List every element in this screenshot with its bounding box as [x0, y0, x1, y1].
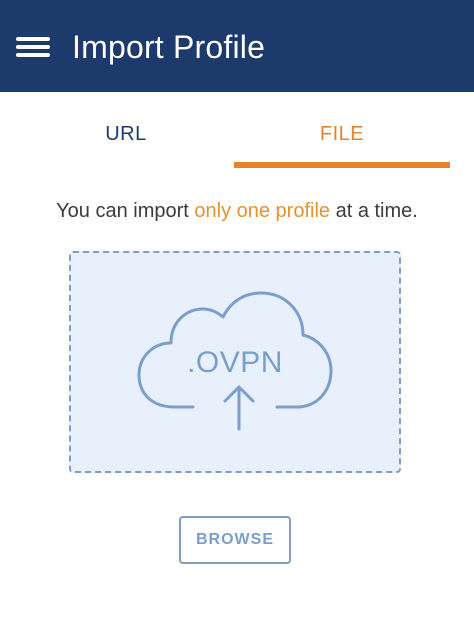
info-prefix: You can import	[56, 200, 195, 222]
browse-button[interactable]: BROWSE	[179, 516, 291, 564]
app-bar: Import Profile	[0, 0, 474, 92]
file-drop-zone[interactable]: .OVPN	[69, 251, 401, 473]
hamburger-menu-icon[interactable]	[16, 34, 50, 60]
active-tab-indicator	[234, 162, 450, 168]
info-suffix: at a time.	[330, 200, 418, 222]
page-title: Import Profile	[72, 29, 266, 65]
tab-file-label: FILE	[319, 123, 365, 145]
tab-url-label: URL	[105, 123, 147, 145]
import-info-text: You can import only one profile at a tim…	[0, 198, 474, 224]
info-highlight: only one profile	[194, 200, 331, 222]
file-type-label: .OVPN	[187, 346, 283, 379]
tab-bar: URL FILE	[0, 92, 474, 168]
tab-file[interactable]: FILE	[234, 92, 450, 168]
import-profile-screen: Import Profile URL FILE You can import o…	[0, 0, 474, 636]
tab-url[interactable]: URL	[18, 92, 234, 168]
